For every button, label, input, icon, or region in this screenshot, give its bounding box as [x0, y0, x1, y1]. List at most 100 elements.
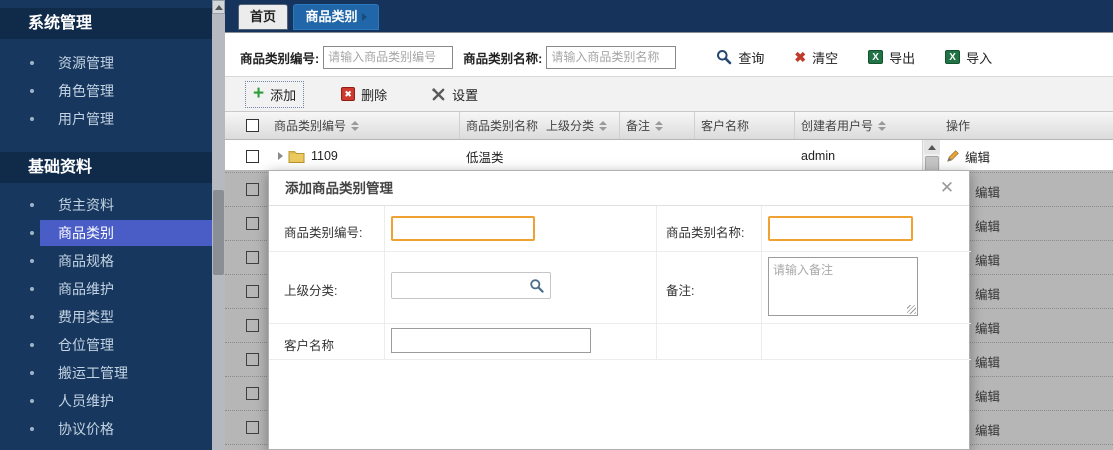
- bullet-icon: [30, 61, 34, 65]
- grid-toolbar: + 添加 ✖ 删除 设置: [225, 76, 1113, 112]
- header-category-code[interactable]: 商品类别编号: [268, 112, 460, 139]
- tab-label: 首页: [250, 9, 276, 24]
- sidebar-item-product-spec[interactable]: 商品规格: [0, 248, 212, 274]
- category-code-input[interactable]: [323, 46, 453, 69]
- cell-customer-name: [695, 140, 795, 172]
- sidebar-item-label: 仓位管理: [58, 332, 114, 358]
- folder-icon: [288, 149, 305, 163]
- bullet-icon: [30, 89, 34, 93]
- plus-icon: +: [253, 87, 264, 101]
- tab-product-category[interactable]: 商品类别: [293, 4, 379, 30]
- header-customer-name[interactable]: 客户名称: [695, 112, 795, 139]
- header-action: 操作: [940, 112, 1113, 139]
- sidebar-item-label: 费用类型: [58, 304, 114, 330]
- sidebar-item-fee-type[interactable]: 费用类型: [0, 304, 212, 330]
- import-label: 导入: [966, 48, 992, 67]
- delete-label: 删除: [361, 85, 387, 104]
- sidebar-item-label: 商品规格: [58, 248, 114, 274]
- category-code-label: 商品类别编号:: [240, 48, 319, 67]
- sidebar-item-personnel-maintenance[interactable]: 人员维护: [0, 388, 212, 414]
- table-header: 商品类别编号 商品类别名称 上级分类 备注 客户名称 创建者用户号 操作: [225, 112, 1113, 140]
- search-icon[interactable]: [529, 278, 545, 294]
- sidebar-item-label: 协议价格: [58, 416, 114, 442]
- bullet-icon: [30, 371, 34, 375]
- chevron-right-icon: [362, 13, 367, 21]
- modal-customer-input[interactable]: [391, 328, 591, 353]
- category-name-label: 商品类别名称:: [463, 48, 542, 67]
- category-name-input[interactable]: [546, 46, 676, 69]
- sidebar-section-basic-data: 基础资料: [0, 152, 212, 183]
- sidebar-item-product-category[interactable]: 商品类别: [40, 220, 213, 246]
- tools-icon: [431, 87, 446, 102]
- expand-arrow-icon[interactable]: [278, 152, 283, 160]
- row-checkbox[interactable]: [246, 150, 259, 163]
- grid-line: [761, 206, 762, 359]
- sidebar-item-role-management[interactable]: 角色管理: [0, 78, 212, 104]
- sidebar-item-porter-management[interactable]: 搬运工管理: [0, 360, 212, 386]
- sidebar-item-user-management[interactable]: 用户管理: [0, 106, 212, 132]
- export-button[interactable]: X 导出: [868, 48, 915, 67]
- add-label: 添加: [270, 85, 296, 104]
- excel-icon: X: [868, 50, 883, 64]
- clear-button[interactable]: ✖ 清空: [794, 48, 838, 67]
- header-creator[interactable]: 创建者用户号: [795, 112, 922, 139]
- bullet-icon: [30, 399, 34, 403]
- tab-home[interactable]: 首页: [238, 4, 288, 30]
- table-row[interactable]: 1109 低温类 admin 编辑: [225, 140, 1113, 173]
- modal-code-input[interactable]: [391, 216, 535, 241]
- cell-remark: [620, 140, 695, 172]
- add-category-modal: 添加商品类别管理 ✕ 商品类别编号: 商品类别名称: 上级分类: 备注: 客户名…: [268, 170, 970, 450]
- sidebar-item-label: 角色管理: [58, 78, 114, 104]
- scroll-up-icon[interactable]: [924, 140, 940, 154]
- delete-icon: ✖: [341, 87, 355, 101]
- sidebar-scrollbar[interactable]: [212, 0, 225, 450]
- header-remark[interactable]: 备注: [620, 112, 695, 139]
- cell-action: 编辑: [940, 140, 1113, 172]
- grid-line: [269, 323, 971, 324]
- settings-label: 设置: [452, 85, 478, 104]
- edit-label: 编辑: [965, 147, 990, 166]
- edit-button[interactable]: 编辑: [946, 147, 990, 166]
- header-parent-category[interactable]: 上级分类: [540, 112, 620, 139]
- resize-grip-icon[interactable]: [907, 305, 916, 314]
- sidebar-item-shipper-data[interactable]: 货主资料: [0, 192, 212, 218]
- grid-line: [384, 206, 385, 359]
- bullet-icon: [30, 231, 34, 235]
- search-bar: 商品类别编号: 商品类别名称: 查询 ✖ 清空 X 导出 X 导入: [225, 38, 1113, 76]
- sidebar-item-agreement-price[interactable]: 协议价格: [0, 416, 212, 442]
- excel-icon: X: [945, 50, 960, 64]
- import-button[interactable]: X 导入: [945, 48, 992, 67]
- sidebar: 系统管理 资源管理 角色管理 用户管理 基础资料 货主资料 商品类别 商品规格: [0, 0, 225, 450]
- modal-remark-textarea[interactable]: [768, 257, 918, 316]
- sidebar-item-warehouse-location[interactable]: 仓位管理: [0, 332, 212, 358]
- sidebar-item-label: 人员维护: [58, 388, 114, 414]
- sidebar-section-system: 系统管理: [0, 8, 212, 39]
- modal-customer-label: 客户名称: [284, 335, 334, 354]
- header-category-name[interactable]: 商品类别名称: [460, 112, 540, 139]
- sidebar-item-product-maintenance[interactable]: 商品维护: [0, 276, 212, 302]
- sidebar-item-resource-management[interactable]: 资源管理: [0, 50, 212, 76]
- header-checkbox-cell: [240, 112, 268, 139]
- sort-icon: [655, 121, 663, 131]
- cell-parent-category: [540, 140, 620, 172]
- bullet-icon: [30, 287, 34, 291]
- sidebar-item-label: 搬运工管理: [58, 360, 128, 386]
- bullet-icon: [30, 315, 34, 319]
- clear-x-icon: ✖: [794, 49, 806, 66]
- search-icon: [716, 49, 732, 65]
- select-all-checkbox[interactable]: [246, 119, 259, 132]
- modal-remark-label: 备注:: [666, 280, 694, 299]
- settings-button[interactable]: 设置: [424, 82, 485, 107]
- close-icon[interactable]: ✕: [937, 178, 957, 198]
- modal-parent-combo[interactable]: [391, 272, 551, 299]
- bullet-icon: [30, 343, 34, 347]
- delete-button[interactable]: ✖ 删除: [334, 82, 394, 107]
- scroll-up-icon[interactable]: [212, 0, 225, 14]
- modal-name-label: 商品类别名称:: [666, 222, 744, 241]
- modal-name-input[interactable]: [768, 216, 913, 241]
- add-button[interactable]: + 添加: [245, 81, 304, 108]
- sidebar-item-label: 资源管理: [58, 50, 114, 76]
- query-button[interactable]: 查询: [716, 48, 764, 67]
- scrollbar-thumb[interactable]: [213, 190, 224, 275]
- sidebar-item-label: 商品类别: [58, 220, 114, 246]
